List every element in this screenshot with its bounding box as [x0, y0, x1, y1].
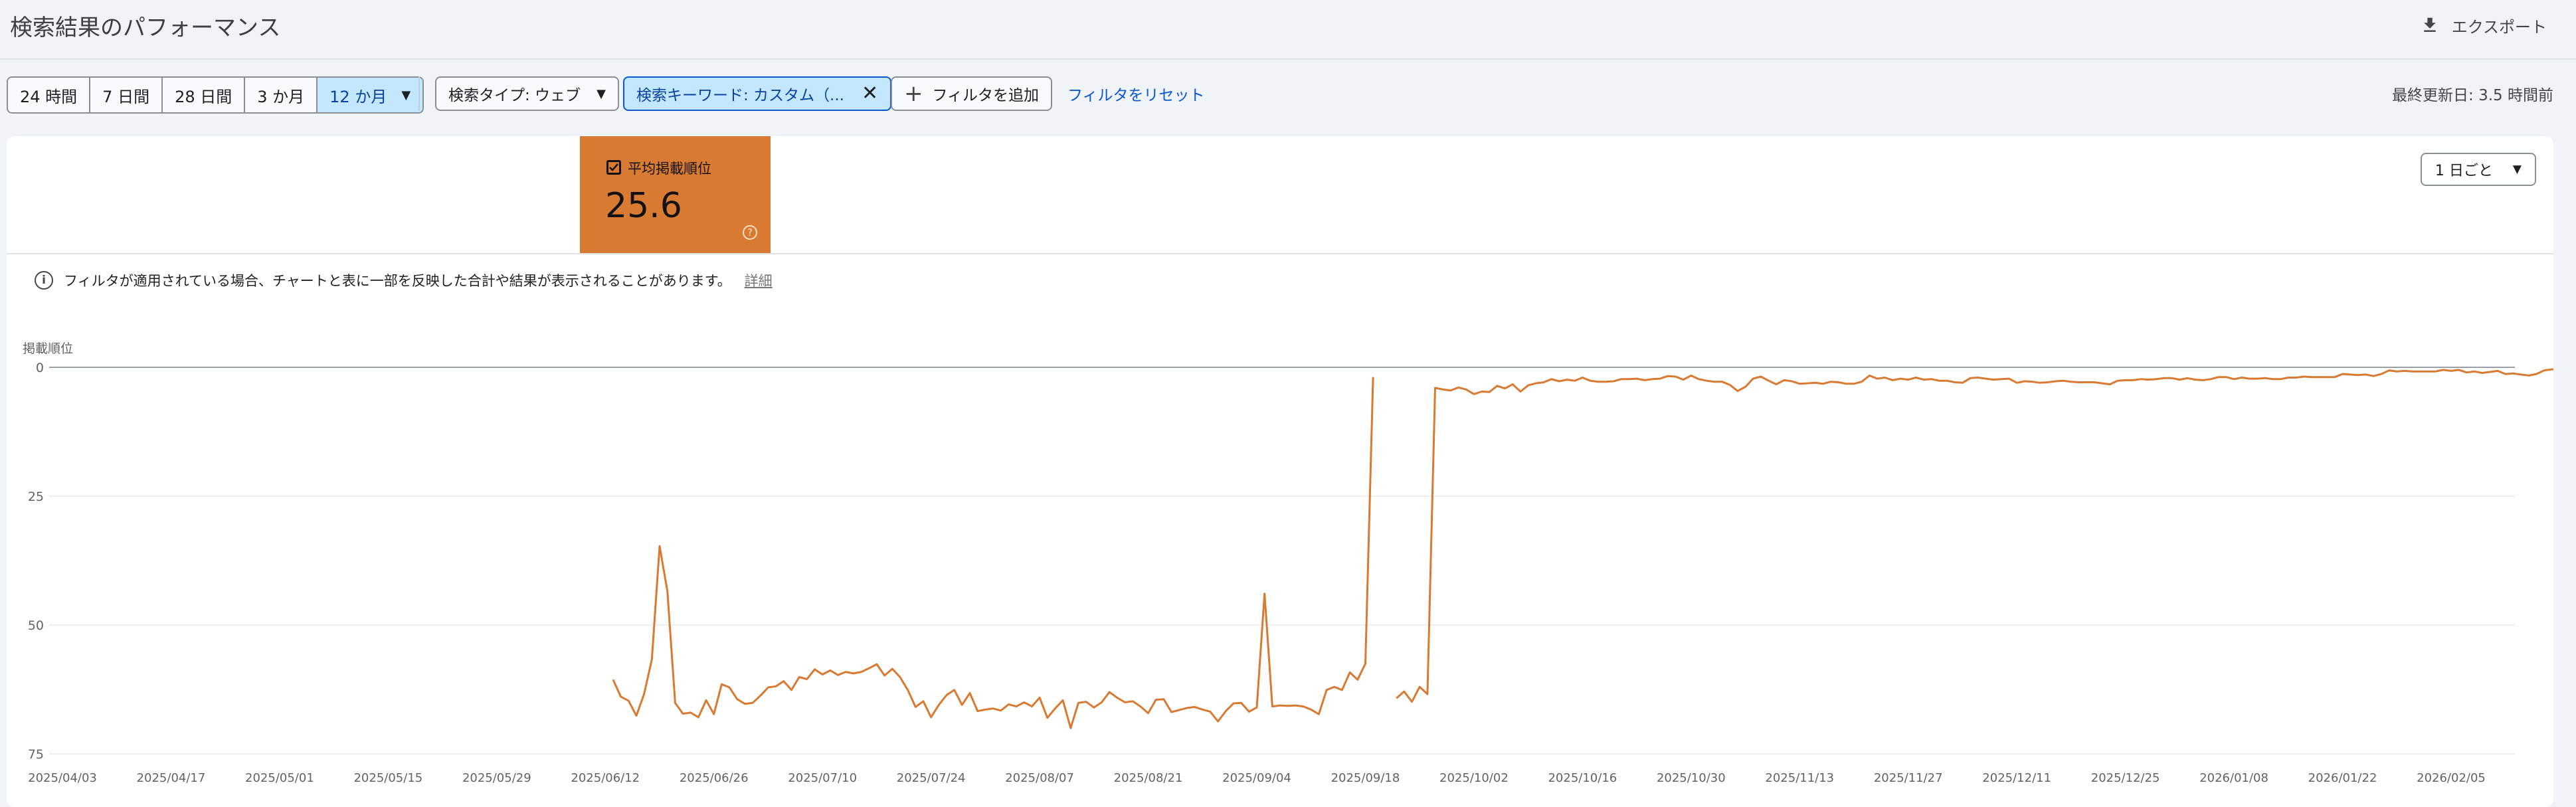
- reset-filters-link[interactable]: フィルタをリセット: [1067, 82, 1205, 105]
- download-icon: [2423, 17, 2436, 32]
- x-tick-label: 2025/07/24: [897, 771, 966, 785]
- header-divider: [0, 58, 2576, 60]
- y-tick-label: 0: [36, 361, 44, 375]
- last-updated-text: 最終更新日: 3.5 時間前: [2392, 87, 2553, 104]
- x-tick-label: 2026/01/08: [2199, 771, 2268, 785]
- x-tick-label: 2025/06/26: [680, 771, 749, 785]
- x-tick-label: 2026/02/05: [2417, 771, 2486, 785]
- x-tick-label: 2025/12/11: [1982, 771, 2051, 785]
- x-tick-label: 2025/06/12: [571, 771, 640, 785]
- range-7d-button[interactable]: 7 日間: [90, 78, 163, 112]
- x-tick-label: 2025/07/10: [788, 771, 857, 785]
- position-line-chart: 掲載順位 0 25 50 75 2025/04/03 2025/04/17 2025/05/0…: [23, 341, 2553, 785]
- series-line-average-position: [1396, 368, 2553, 703]
- x-tick-label: 2025/05/29: [462, 771, 531, 785]
- range-24h-button[interactable]: 24 時間: [8, 78, 91, 112]
- export-label: エクスポート: [2451, 17, 2547, 37]
- y-tick-label: 25: [28, 490, 44, 504]
- x-tick-label: 2025/11/13: [1765, 771, 1834, 785]
- x-tick-label: 2025/04/03: [28, 771, 97, 785]
- x-tick-label: 2026/01/22: [2308, 771, 2377, 785]
- performance-card: 平均掲載順位 25.6 ? 1 日ごと ▼ i フィルタが適用されている場合、チ…: [7, 136, 2553, 807]
- range-12m-label: 12 か月: [329, 87, 387, 106]
- range-24h-label: 24 時間: [20, 87, 78, 106]
- range-3m-label: 3 か月: [257, 87, 305, 106]
- range-12m-button[interactable]: 12 か月 ▼: [318, 78, 423, 112]
- y-axis-title: 掲載順位: [23, 341, 73, 356]
- x-tick-label: 2025/05/01: [245, 771, 314, 785]
- caret-down-icon: ▼: [401, 88, 411, 102]
- keyword-filter-chip[interactable]: 検索キーワード: カスタム（... ✕: [623, 76, 892, 111]
- range-3m-button[interactable]: 3 か月: [245, 78, 318, 112]
- x-tick-label: 2025/08/21: [1114, 771, 1183, 785]
- x-tick-label: 2025/04/17: [137, 771, 206, 785]
- y-tick-label: 75: [28, 747, 44, 762]
- x-tick-label: 2025/09/18: [1331, 771, 1400, 785]
- search-type-filter-label: 検索タイプ: ウェブ: [448, 87, 581, 104]
- x-tick-label: 2025/05/15: [353, 771, 422, 785]
- date-range-selector: 24 時間 7 日間 28 日間 3 か月 12 か月 ▼: [7, 76, 424, 114]
- range-7d-label: 7 日間: [102, 87, 150, 106]
- x-tick-label: 2025/10/30: [1657, 771, 1726, 785]
- x-tick-label: 2025/11/27: [1874, 771, 1943, 785]
- caret-down-icon: ▼: [597, 86, 606, 101]
- add-filter-button[interactable]: + フィルタを追加: [891, 76, 1053, 111]
- y-tick-label: 50: [28, 618, 44, 633]
- toolbar-separator: [418, 76, 420, 111]
- range-28d-button[interactable]: 28 日間: [163, 78, 246, 112]
- x-tick-label: 2025/09/04: [1222, 771, 1291, 785]
- keyword-filter-label: 検索キーワード: カスタム（...: [636, 87, 844, 104]
- x-tick-label: 2025/08/07: [1005, 771, 1074, 785]
- close-icon[interactable]: ✕: [862, 84, 878, 104]
- search-type-filter[interactable]: 検索タイプ: ウェブ ▼: [435, 76, 619, 111]
- export-button[interactable]: エクスポート: [2420, 12, 2547, 39]
- x-tick-label: 2025/12/25: [2091, 771, 2160, 785]
- page-title: 検索結果のパフォーマンス: [10, 15, 281, 41]
- series-line-average-position: [612, 377, 1374, 729]
- range-28d-label: 28 日間: [175, 87, 232, 106]
- x-tick-label: 2025/10/02: [1439, 771, 1509, 785]
- x-tick-label: 2025/10/16: [1548, 771, 1617, 785]
- add-filter-label: フィルタを追加: [932, 87, 1040, 104]
- plus-icon: +: [904, 80, 923, 107]
